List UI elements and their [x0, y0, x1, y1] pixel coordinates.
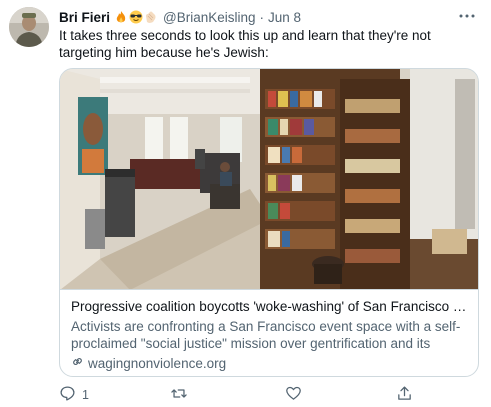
tweet-actions: 1 — [59, 385, 479, 405]
separator-dot: · — [259, 9, 265, 25]
sunglasses-emoji-icon — [129, 10, 143, 24]
author-handle[interactable]: @BrianKeisling — [163, 10, 256, 25]
reply-button[interactable]: 1 — [59, 385, 89, 405]
tweet-header: Bri Fieri @BrianKeisling · Jun 8 — [59, 8, 301, 26]
clapping-hands-emoji-icon — [144, 10, 158, 24]
reply-count: 1 — [82, 388, 89, 402]
share-icon — [396, 385, 413, 405]
fire-emoji-icon — [114, 10, 128, 24]
heart-icon — [285, 385, 302, 405]
card-domain-row: wagingnonviolence.org — [71, 355, 469, 372]
retweet-button[interactable] — [170, 385, 194, 405]
author-emojis — [114, 10, 158, 24]
author-name[interactable]: Bri Fieri — [59, 10, 110, 25]
card-domain: wagingnonviolence.org — [88, 356, 227, 371]
card-title: Progressive coalition boycotts 'woke-was… — [71, 299, 469, 314]
avatar[interactable] — [9, 7, 49, 47]
tweet-text: It takes three seconds to look this up a… — [59, 28, 431, 60]
card-description: Activists are confronting a San Francisc… — [71, 319, 461, 351]
card-image[interactable] — [60, 69, 478, 290]
link-icon — [71, 355, 84, 372]
card-body: Progressive coalition boycotts 'woke-was… — [71, 298, 469, 372]
like-button[interactable] — [285, 385, 308, 405]
reply-icon — [59, 385, 76, 405]
tweet[interactable]: Bri Fieri @BrianKeisling · Jun 8 It take… — [0, 0, 491, 407]
more-dots-icon[interactable] — [457, 6, 477, 26]
link-card[interactable]: Progressive coalition boycotts 'woke-was… — [59, 68, 479, 377]
tweet-date[interactable]: Jun 8 — [268, 10, 301, 25]
retweet-icon — [170, 385, 188, 405]
share-button[interactable] — [396, 385, 419, 405]
